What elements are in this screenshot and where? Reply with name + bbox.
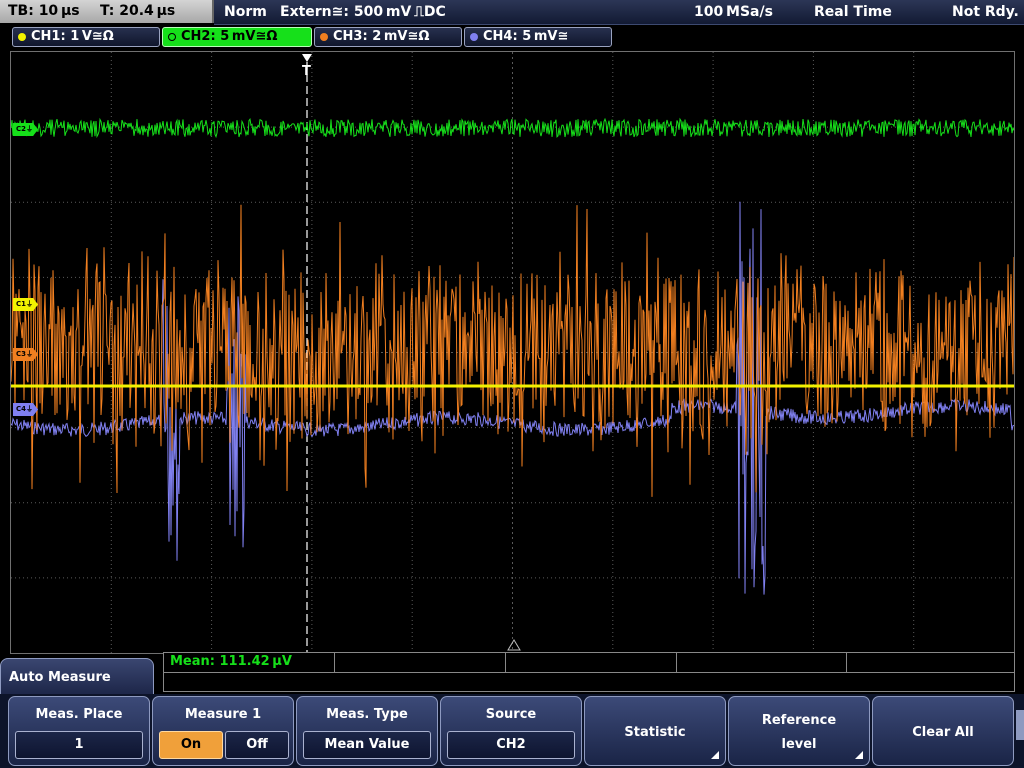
waveform-display[interactable]: C2⏚ C1⏚ C3⏚ C4⏚ T [10, 51, 1015, 654]
meas-place-value[interactable]: 1 [15, 731, 143, 759]
trigger-time-readout: T: 20.4 µs [100, 3, 176, 19]
trigger-mode: Norm [224, 4, 267, 20]
submenu-arrow-icon [711, 751, 719, 759]
ch4-ground-marker[interactable]: C4⏚ [13, 403, 39, 416]
reference-level-softkey[interactable]: Reference level [728, 696, 870, 766]
softkey-label: Source [485, 707, 537, 722]
sample-rate: 100 MSa/s [694, 4, 773, 20]
channel-tab-ch2[interactable]: CH2: 5 mV≅Ω [162, 27, 312, 47]
ch2-ground-marker[interactable]: C2⏚ [13, 123, 39, 136]
softkey-label: Meas. Place [35, 707, 123, 722]
softkey-label: Measure 1 [184, 707, 262, 722]
clear-all-softkey[interactable]: Clear All [872, 696, 1014, 766]
channel-tab-ch3[interactable]: CH3: 2 mV≅Ω [314, 27, 462, 47]
menu-title-label: Auto Measure [9, 670, 111, 685]
channel-label: CH4: 5 mV≅ [483, 29, 569, 44]
acquisition-mode: Real Time [814, 4, 892, 20]
trigger-source: Extern≅: 500 mV ⎍DC [280, 4, 446, 20]
channel-label: CH2: 5 mV≅Ω [181, 29, 278, 44]
channel-tab-ch1[interactable]: CH1: 1 V≅Ω [12, 27, 160, 47]
softkey-label: level [781, 737, 817, 752]
meas-type-softkey[interactable]: Meas. Type Mean Value [296, 696, 438, 766]
softkey-bar: Meas. Place 1 Measure 1 On Off Meas. Typ… [0, 694, 1024, 768]
time-reference-marker-icon [507, 639, 521, 651]
measure1-softkey[interactable]: Measure 1 On Off [152, 696, 294, 766]
menu-title: Auto Measure [0, 658, 154, 698]
waveform-canvas [11, 52, 1014, 653]
channel-label: CH1: 1 V≅Ω [31, 29, 114, 44]
status-bar: TB: 10 µs T: 20.4 µs Norm Extern≅: 500 m… [0, 0, 1024, 25]
menu-scrollbar[interactable] [1016, 710, 1024, 740]
acquisition-info[interactable]: Norm Extern≅: 500 mV ⎍DC 100 MSa/s Real … [214, 0, 1024, 25]
channel-label: CH3: 2 mV≅Ω [333, 29, 430, 44]
measure1-off-toggle[interactable]: Off [225, 731, 289, 759]
source-value[interactable]: CH2 [447, 731, 575, 759]
channel-tab-ch4[interactable]: CH4: 5 mV≅ [464, 27, 612, 47]
ch1-ground-marker[interactable]: C1⏚ [13, 298, 39, 311]
ch1-dot-icon [18, 33, 26, 41]
timebase-readout: TB: 10 µs [8, 3, 80, 19]
trigger-arrow-icon [302, 54, 312, 62]
run-state: Not Rdy. [952, 4, 1019, 20]
measure1-on-toggle[interactable]: On [159, 731, 223, 759]
meas-place-softkey[interactable]: Meas. Place 1 [8, 696, 150, 766]
softkey-label: Meas. Type [326, 707, 408, 722]
source-softkey[interactable]: Source CH2 [440, 696, 582, 766]
submenu-arrow-icon [855, 751, 863, 759]
softkey-label: Clear All [912, 725, 974, 740]
softkey-label: Statistic [624, 725, 686, 740]
mean-measurement: Mean: 111.42 µV [170, 654, 292, 669]
ch3-dot-icon [320, 33, 328, 41]
channel-bar: CH1: 1 V≅Ω CH2: 5 mV≅Ω CH3: 2 mV≅Ω CH4: … [0, 25, 1024, 49]
statistic-softkey[interactable]: Statistic [584, 696, 726, 766]
measurement-results: Mean: 111.42 µV [163, 652, 1015, 692]
ch4-dot-icon [470, 33, 478, 41]
softkey-label: Reference [761, 713, 837, 728]
ch2-waveform [11, 117, 1014, 139]
ch3-ground-marker[interactable]: C3⏚ [13, 348, 39, 361]
trigger-position-marker[interactable]: T [302, 64, 311, 79]
meas-type-value[interactable]: Mean Value [303, 731, 431, 759]
ch2-dot-icon [168, 33, 176, 41]
timebase-box[interactable]: TB: 10 µs T: 20.4 µs [0, 0, 214, 23]
